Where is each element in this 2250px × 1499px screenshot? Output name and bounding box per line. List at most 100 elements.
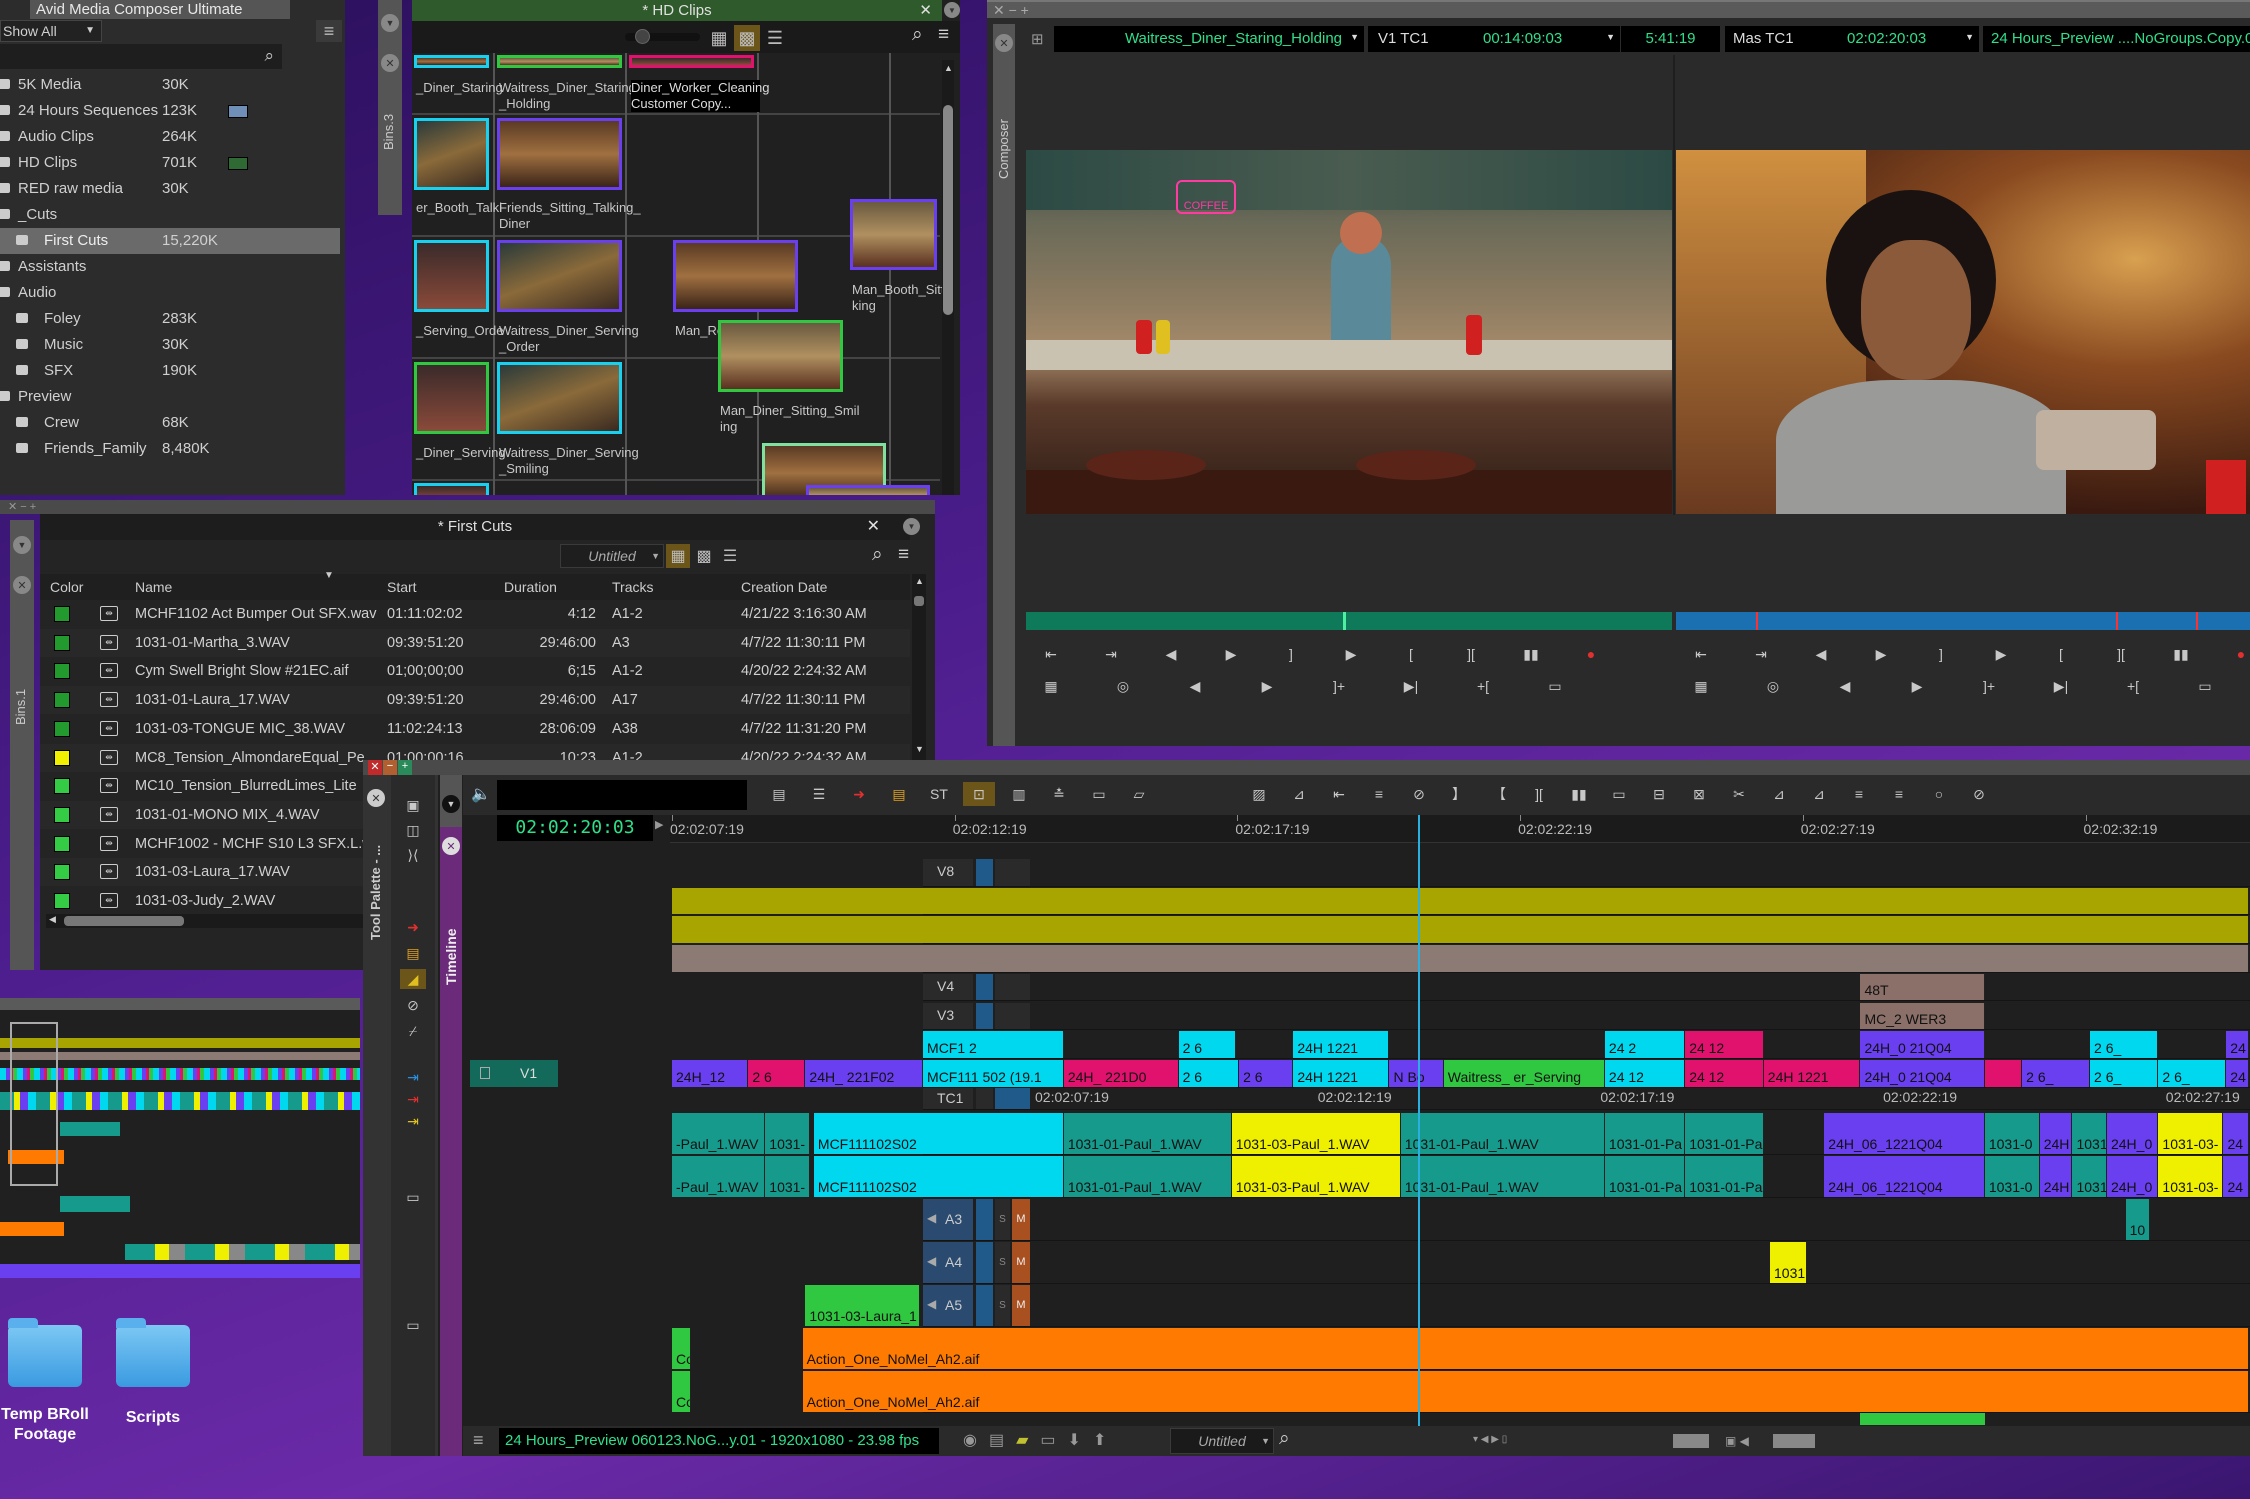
timeline-clip[interactable]: 1031- — [765, 1113, 810, 1154]
sync-lock[interactable] — [976, 973, 993, 1001]
solo-button[interactable]: S — [995, 1285, 1010, 1326]
sync-lock[interactable] — [976, 1088, 993, 1109]
column-color[interactable]: Color — [50, 579, 83, 595]
speaker-icon[interactable]: ◀ — [927, 1297, 936, 1311]
clip-thumbnail[interactable] — [629, 55, 754, 68]
timeline-clip[interactable]: 24 12 — [1604, 1059, 1686, 1087]
bin-item[interactable]: SFX 190K — [0, 358, 340, 384]
bin-item[interactable]: Crew 68K — [0, 410, 340, 436]
timeline-clip[interactable]: 24H_0 21Q04 — [1860, 1031, 1985, 1058]
menu-icon[interactable]: ≡ — [938, 24, 949, 46]
timeline-clip[interactable]: 1031-01-Pa — [1685, 1113, 1764, 1154]
timeline-clip[interactable]: 10 — [2125, 1199, 2150, 1240]
close-icon[interactable]: ✕ — [995, 34, 1013, 52]
column-tracks[interactable]: Tracks — [612, 579, 653, 595]
table-row[interactable]: ⇹ 1031-03-TONGUE MIC_38.WAV 11:02:24:13 A38… — [40, 714, 910, 743]
transport-button[interactable]: ◀ — [1808, 644, 1834, 664]
up-arrow-icon[interactable]: ⬆ — [1093, 1432, 1118, 1449]
timeline-clip[interactable]: N Bo — [1389, 1059, 1444, 1087]
script-view-button[interactable]: ☰ — [762, 25, 788, 51]
transport-button[interactable]: +[ — [1470, 676, 1496, 696]
timeline-clip[interactable]: 2 6 — [1239, 1059, 1294, 1087]
transport-button[interactable]: ● — [1578, 644, 1604, 664]
timeline-clip[interactable]: 24H_ 221F02 — [805, 1059, 924, 1087]
timeline-clip[interactable]: 1031-01-Paul_1.WAV — [1063, 1113, 1232, 1154]
filter-dropdown[interactable]: Show All ▼ — [0, 20, 102, 42]
search-icon[interactable]: ⌕ — [872, 544, 883, 566]
record-position-marker[interactable] — [1756, 612, 1758, 630]
search-icon[interactable]: ⌕ — [912, 24, 923, 46]
timeline-clip[interactable]: Co — [672, 1328, 691, 1369]
bins1-tab[interactable]: ▼ ✕ Bins.1 — [10, 520, 34, 970]
column-name[interactable]: Name — [135, 579, 172, 595]
timeline-clip[interactable]: 2 6_ — [2090, 1031, 2159, 1058]
clip-thumbnail[interactable] — [673, 240, 798, 312]
transport-button[interactable]: ▶ — [1254, 676, 1280, 696]
transport-button[interactable]: ][ — [2108, 644, 2134, 664]
source-track-v1[interactable]: V1 — [470, 1059, 558, 1087]
source-position-bar[interactable] — [1026, 612, 1672, 630]
desktop-folder-temp-broll[interactable]: Temp BRoll Footage — [0, 1318, 90, 1445]
transport-button[interactable]: ▶ — [1868, 644, 1894, 664]
timeline-clip[interactable] — [672, 945, 2250, 972]
timeline-clip[interactable]: 24 12 — [1685, 1031, 1764, 1058]
close-icon[interactable]: ✕ — [867, 514, 880, 540]
timeline-clip[interactable]: MCF111 502 (19.1 — [923, 1059, 1064, 1087]
transport-button[interactable]: ⇤ — [1688, 644, 1714, 664]
transport-button[interactable]: ▮▮ — [2168, 644, 2194, 664]
desktop-folder-scripts[interactable]: Scripts — [108, 1318, 198, 1427]
transport-button[interactable]: ][ — [1458, 644, 1484, 664]
sync-lock[interactable] — [976, 1285, 993, 1326]
timeline-clip[interactable]: 1031 — [2072, 1156, 2107, 1197]
transport-button[interactable]: ▭ — [1542, 676, 1568, 696]
timeline-clip[interactable]: MCF111102S02 — [813, 1156, 1064, 1197]
zoom-scrollbar[interactable]: ▾ ◀ ▶ ▯ ▣ ◀ — [1473, 1434, 1973, 1450]
table-row[interactable]: ⇹ 1031-01-Martha_3.WAV 09:39:51:20 A3 4/7/22… — [40, 628, 910, 657]
source-position-marker[interactable] — [1342, 612, 1346, 630]
column-duration[interactable]: Duration — [504, 579, 557, 595]
clip-thumbnail[interactable] — [497, 55, 622, 68]
monitor-toggle[interactable] — [995, 973, 1030, 1001]
clip-thumbnail[interactable] — [806, 485, 930, 495]
timeline-clip[interactable]: 1031-01-Paul_1.WAV — [1400, 1156, 1605, 1197]
timeline-clip[interactable]: 24 — [2226, 1059, 2250, 1087]
timeline-clip[interactable]: 2 6 — [1178, 1059, 1240, 1087]
transport-button[interactable]: ▶| — [1398, 676, 1424, 696]
close-icon[interactable]: ✕ — [919, 0, 932, 21]
timeline-clip[interactable]: 1031-01-Pa — [1604, 1113, 1686, 1154]
frame-view-button[interactable]: ▩ — [734, 25, 760, 51]
bin-view-dropdown[interactable]: Untitled ▼ — [560, 544, 664, 568]
timeline-clip[interactable]: 24 — [2223, 1113, 2250, 1154]
timeline-clip[interactable]: Action_One_NoMel_Ah2.aif — [802, 1371, 2250, 1412]
thumbnail-size-slider[interactable] — [625, 29, 700, 44]
timeline-clip[interactable]: 1031-03-Paul_1.WAV — [1231, 1156, 1401, 1197]
timeline-view-dropdown[interactable]: Untitled ▼ — [1170, 1428, 1274, 1454]
timeline-clip[interactable]: 1031-03-Paul_1.WAV — [1231, 1113, 1401, 1154]
dropdown-icon[interactable]: ▼ — [381, 14, 399, 32]
horizontal-scrollbar[interactable]: ◀ — [46, 914, 366, 928]
timeline-clip[interactable]: -Paul_1.WAV — [672, 1156, 766, 1197]
monitor-icon[interactable]: ▭ — [1040, 1432, 1067, 1449]
transport-button[interactable]: ▶ — [1218, 644, 1244, 664]
transport-button[interactable]: ] — [1928, 644, 1954, 664]
down-arrow-icon[interactable]: ⬇ — [1068, 1432, 1093, 1449]
bins3-tab[interactable]: ▼ ✕ Bins.3 — [378, 0, 402, 215]
sync-lock[interactable] — [976, 1002, 993, 1030]
timeline-clip[interactable]: 24H_12 — [672, 1059, 749, 1087]
clip-thumbnail[interactable] — [414, 118, 489, 190]
timeline-clip[interactable]: MCF1 2 — [923, 1031, 1064, 1058]
transport-button[interactable]: ▶ — [1904, 676, 1930, 696]
transport-button[interactable]: ◎ — [1110, 676, 1136, 696]
transport-button[interactable]: ⇥ — [1748, 644, 1774, 664]
timeline-clip[interactable]: Waitress_ er_Serving — [1443, 1059, 1605, 1087]
timeline-clip[interactable] — [1860, 1413, 1985, 1425]
timeline-clip[interactable]: Action_One_NoMel_Ah2.aif — [802, 1328, 2250, 1369]
mute-button[interactable]: M — [1012, 1199, 1030, 1240]
table-row[interactable]: ⇹ MCHF1102 Act Bumper Out SFX.wav 01:11:02… — [40, 600, 910, 628]
timeline-clip[interactable] — [672, 887, 2250, 915]
timeline-clip[interactable]: Co — [672, 1371, 691, 1412]
timeline-clip[interactable]: 1031 — [2072, 1113, 2107, 1154]
transport-button[interactable]: ● — [2228, 644, 2250, 664]
bin-item[interactable]: 24 Hours Sequences 123K — [0, 98, 340, 124]
monitor-toggle[interactable] — [995, 1002, 1030, 1030]
